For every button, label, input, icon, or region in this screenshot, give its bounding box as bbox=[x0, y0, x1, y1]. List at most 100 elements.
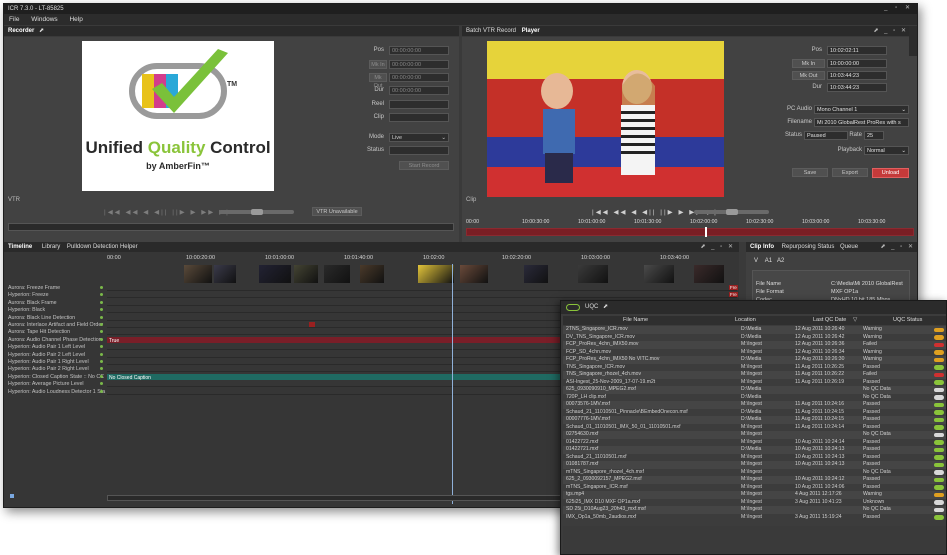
uqc-table-row[interactable]: TNS_Singapore_ICR.mov M:\Ingest 11 Aug 201… bbox=[563, 364, 946, 372]
rate-field[interactable]: 25 bbox=[864, 131, 884, 140]
col-location[interactable]: Location bbox=[735, 316, 756, 325]
menu-file[interactable]: File bbox=[9, 16, 19, 23]
pc-audio-select[interactable]: Mono Channel 1 ⌄ bbox=[814, 105, 909, 114]
play-mark-in-button[interactable]: Mk In bbox=[792, 59, 825, 68]
play-mark-in-field[interactable]: 10:00:00:00 bbox=[827, 59, 887, 68]
uqc-table-row[interactable]: FCP_ProRes_4chn_IMX50.mov M:\Ingest 12 Aug… bbox=[563, 341, 946, 349]
start-record-button[interactable]: Start Record bbox=[399, 161, 449, 170]
uqc-table-row[interactable]: SD 25i_D10Aug23_20h43_mxf.mxf M:\Ingest No… bbox=[563, 506, 946, 514]
col-last-qc-date[interactable]: Last QC Date bbox=[813, 316, 846, 325]
track-indicator-icon bbox=[100, 337, 103, 341]
chevron-down-icon: ⌄ bbox=[901, 107, 906, 113]
player-scrub-bar[interactable] bbox=[466, 227, 914, 237]
track-indicator-icon bbox=[100, 308, 103, 312]
uqc-table-row[interactable]: FCP_SD_4chn.mov M:\Ingest 12 Aug 2011 10:2… bbox=[563, 349, 946, 357]
rec-mode-select[interactable]: Live ⌄ bbox=[389, 133, 449, 142]
uqc-table-row[interactable]: Schaud_21_11010501.mxf M:\Ingest 10 Aug 20… bbox=[563, 454, 946, 462]
uqc-table-row[interactable]: 01422721.mxf D:\Media 10 Aug 2011 10:24:13… bbox=[563, 446, 946, 454]
unload-button[interactable]: Unload bbox=[872, 168, 909, 178]
play-pos-label: Pos bbox=[811, 47, 822, 53]
tab-batch-vtr[interactable]: Batch VTR Record bbox=[466, 28, 516, 34]
pin-icon[interactable]: ⬈ bbox=[603, 304, 608, 310]
uqc-table-row[interactable]: 720P_LH clip.mxf D:\Media No QC Data bbox=[563, 394, 946, 402]
clipinfo-panel-controls[interactable]: ⬈ _ ▫ ✕ bbox=[880, 242, 915, 252]
rec-mark-out-field[interactable]: 00:00:00:00 bbox=[389, 73, 449, 82]
rec-reel-field[interactable] bbox=[389, 100, 449, 109]
uqc-table-row[interactable]: 2TNS_Singapore_ICR.mov D:\Media 12 Aug 201… bbox=[563, 326, 946, 334]
uqc-logo-graphic: TM Unified Quality Control by AmberFin™ bbox=[85, 49, 271, 171]
playback-select[interactable]: Normal ⌄ bbox=[864, 146, 909, 155]
event-marker[interactable] bbox=[309, 322, 315, 327]
filename-field[interactable]: Mi 2010 GlobalRest ProRes with s bbox=[814, 118, 909, 127]
window-controls[interactable]: _ ▫ ✕ bbox=[884, 4, 913, 12]
uqc-table-row[interactable]: 00073576-1MV.mxf M:\Ingest 11 Aug 2011 10:… bbox=[563, 401, 946, 409]
uqc-table-row[interactable]: IMX_Op1a_50mb_2audios.mxf M:\Ingest 3 Aug … bbox=[563, 514, 946, 522]
uqc-table-row[interactable]: Schaud_01_11010501_IMX_50_01_11010501.mx… bbox=[563, 424, 946, 432]
player-jog-slider[interactable] bbox=[694, 209, 769, 215]
playhead-marker[interactable] bbox=[705, 227, 707, 237]
playback-label: Playback bbox=[837, 147, 862, 153]
clip-label: Clip bbox=[466, 197, 477, 203]
vtr-jog-slider[interactable] bbox=[219, 209, 294, 215]
track-lane[interactable] bbox=[107, 285, 737, 291]
uqc-table-row[interactable]: 00007776-1MV.mxf D:\Media 11 Aug 2011 10:2… bbox=[563, 416, 946, 424]
panel-controls[interactable]: ⬈ _ ▫ ✕ bbox=[873, 26, 908, 36]
uqc-table-row[interactable]: 625_2_0930092157_MPEG2.mxf M:\Ingest 10 Au… bbox=[563, 476, 946, 484]
col-uqc-status[interactable]: UQC Status bbox=[893, 316, 922, 325]
rec-pos-field[interactable]: 00:00:00:00 bbox=[389, 46, 449, 55]
tab-queue[interactable]: Queue bbox=[840, 244, 858, 250]
tab-player[interactable]: Player bbox=[522, 28, 540, 34]
uqc-table-row[interactable]: TNS_Singapore_rhozel_4ch.mov M:\Ingest 11 … bbox=[563, 371, 946, 379]
rec-reel-label: Reel bbox=[371, 101, 384, 107]
tab-clip-info[interactable]: Clip Info bbox=[750, 244, 774, 250]
clipinfo-header: Clip Info Repurposing Status Queue ⬈ _ ▫… bbox=[746, 242, 917, 252]
event-marker[interactable]: Fre bbox=[729, 292, 738, 298]
tab-timeline[interactable]: Timeline bbox=[8, 244, 32, 250]
uqc-table-row[interactable]: Schaud_21_11010501_Pinnacle\BEmbedOnecon… bbox=[563, 409, 946, 417]
row-uqc-status: Failed bbox=[863, 341, 877, 347]
rec-mark-in-button[interactable]: Mk In bbox=[369, 60, 387, 69]
rec-dur-label: Dur bbox=[374, 87, 384, 93]
uqc-table-row[interactable]: tgs.mp4 M:\Ingest 4 Aug 2011 12:17:26 Warni… bbox=[563, 491, 946, 499]
play-mark-out-button[interactable]: Mk Out bbox=[792, 71, 825, 80]
uqc-table-row[interactable]: mTNS_Singapore_rhozel_4ch.mxf M:\Ingest No… bbox=[563, 469, 946, 477]
row-uqc-status: Passed bbox=[863, 423, 880, 430]
track-lane[interactable] bbox=[107, 292, 737, 299]
menu-help[interactable]: Help bbox=[69, 16, 82, 23]
uqc-table-row[interactable]: mTNS_Singapore_ICR.mxf M:\Ingest 10 Aug 20… bbox=[563, 484, 946, 492]
tab-library[interactable]: Library bbox=[42, 244, 60, 250]
tab-pulldown-helper[interactable]: Pulldown Detection Helper bbox=[67, 244, 138, 250]
uqc-table-row[interactable]: 625_0930090910_MPEG2.mxf D:\Media No QC Da… bbox=[563, 386, 946, 394]
uqc-table-row[interactable]: 02754630.mxf M:\Ingest No QC Data bbox=[563, 431, 946, 439]
rec-mark-out-button[interactable]: Mk Out bbox=[369, 73, 387, 89]
tab-repurposing[interactable]: Repurposing Status bbox=[782, 244, 835, 250]
uqc-table-row[interactable]: 625i25_IMX D10 MXF OP1a.mxf M:\Ingest 3 Au… bbox=[563, 499, 946, 507]
uqc-table-row[interactable]: ASI-Ingest_25-Nov-2009_17-07-19.m2t M:\In… bbox=[563, 379, 946, 387]
play-mark-out-field[interactable]: 10:03:44:23 bbox=[827, 71, 887, 80]
save-button[interactable]: Save bbox=[792, 168, 828, 177]
row-uqc-status: No QC Data bbox=[863, 386, 891, 392]
rec-mark-in-field[interactable]: 00:00:00:00 bbox=[389, 60, 449, 69]
timeline-playhead[interactable] bbox=[452, 264, 453, 504]
play-pos-field[interactable]: 10:02:02:11 bbox=[827, 46, 887, 55]
uqc-table-row[interactable]: 01422722.mxf M:\Ingest 10 Aug 2011 10:24:1… bbox=[563, 439, 946, 447]
uqc-empty-area bbox=[563, 526, 946, 554]
export-button[interactable]: Export bbox=[832, 168, 868, 177]
clipinfo-subtabs[interactable]: V A1 A2 bbox=[754, 258, 784, 264]
uqc-table-row[interactable]: FCP_ProRes_4chn_IMX50 No VITC.mov D:\Medi… bbox=[563, 356, 946, 364]
row-file-name: 625i25_IMX D10 MXF OP1a.mxf bbox=[566, 498, 641, 505]
rec-clip-field[interactable] bbox=[389, 113, 449, 122]
title-bar: ICR 7.3.0 - LT-85825 _ ▫ ✕ bbox=[4, 4, 917, 14]
timeline-corner-icon[interactable] bbox=[10, 494, 14, 498]
timeline-panel-controls[interactable]: ⬈ _ ▫ ✕ bbox=[700, 242, 735, 252]
row-file-name: 00073576-1MV.mxf bbox=[566, 401, 610, 407]
pin-icon[interactable]: ⬈ bbox=[39, 28, 44, 34]
event-marker[interactable]: Fre bbox=[729, 285, 738, 290]
uqc-table-row[interactable]: 01081787.mxf M:\Ingest 10 Aug 2011 10:24:1… bbox=[563, 461, 946, 469]
row-uqc-status: Passed bbox=[863, 476, 880, 482]
menu-windows[interactable]: Windows bbox=[31, 16, 57, 23]
side-dock-tab[interactable] bbox=[909, 26, 917, 56]
uqc-table-row[interactable]: DV_TNS_Singapore_ICR.mov D:\Media 12 Aug 2… bbox=[563, 334, 946, 342]
col-file-name[interactable]: File Name bbox=[623, 316, 648, 325]
track-indicator-icon bbox=[100, 374, 103, 378]
